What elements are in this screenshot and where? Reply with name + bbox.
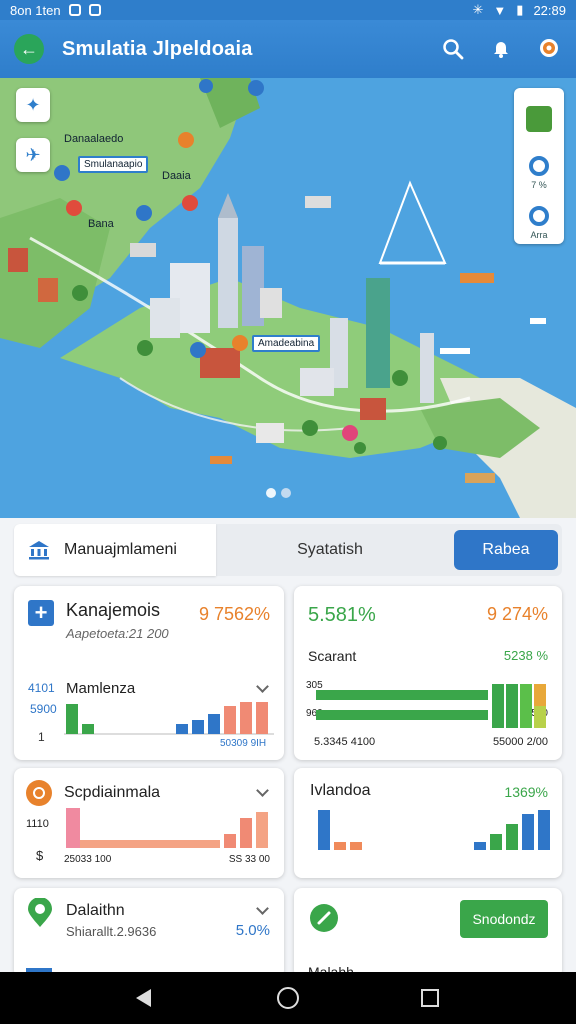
map-place-text: Danaalaedo <box>64 133 124 145</box>
satellite-layer-button[interactable] <box>526 106 552 132</box>
map-layer-button[interactable] <box>529 156 549 176</box>
app-title: Smulatia Jlpeldoaia <box>62 37 253 60</box>
bluetooth-icon: ✳ <box>472 2 484 17</box>
card-subtitle: Shiarallt.2.9636 <box>66 924 157 939</box>
edit-button[interactable] <box>310 904 338 932</box>
tab-label: Syatatish <box>297 541 363 558</box>
map-place-text: Daaia <box>162 170 191 182</box>
search-button[interactable] <box>440 36 466 62</box>
tab-management[interactable]: Manuajmlameni <box>14 524 216 576</box>
chart-footer-label: 5.3345 4100 <box>314 736 376 748</box>
nav-home-button[interactable] <box>277 987 299 1009</box>
section-label: Scarant <box>308 648 357 664</box>
button-label: Snodondz <box>472 911 536 927</box>
section-label: Mamlenza <box>66 680 136 697</box>
section-value: 5238 % <box>503 648 548 663</box>
card-title: Kanajemois <box>66 600 161 620</box>
chart-axis-label: 4101 <box>28 681 55 695</box>
stats-card-secondary[interactable]: 5.581% 9 274% Scarant 5238 % 305 960 500… <box>294 586 562 760</box>
primary-action-button[interactable]: Rabea <box>454 530 558 570</box>
chart-footer-label: 50309 9IH <box>220 738 267 749</box>
chevron-down-icon[interactable] <box>256 680 269 693</box>
arrow-left-icon: ← <box>20 38 38 59</box>
card-title: Scpdiainmala <box>64 784 161 801</box>
status-left-text: 8on 1ten <box>10 2 61 18</box>
card-value: 5.581% <box>308 604 376 626</box>
search-icon <box>443 39 464 60</box>
pager-dot[interactable] <box>281 488 291 498</box>
pin-icon: ✦ <box>25 94 41 115</box>
message-icon <box>88 4 101 16</box>
chevron-down-icon[interactable] <box>256 784 269 797</box>
bank-icon <box>29 541 49 560</box>
map-place-label[interactable]: Amadeabina <box>252 335 321 352</box>
stats-card-trend[interactable]: Ivlandoa 1369% <box>294 768 562 878</box>
status-bar: 8on 1ten ✳ ▼ ▮ 22:89 <box>0 0 576 20</box>
chart-axis-label: 1110 <box>26 818 49 830</box>
tab-statistics[interactable]: Syatatish <box>216 524 444 576</box>
map-place-text: Bana <box>88 218 114 230</box>
card-title: Ivlandoa <box>310 782 371 799</box>
map-layers-button[interactable]: ✦ <box>16 88 50 122</box>
bar-chart <box>66 808 268 848</box>
map-side-panel: 7 % Arra <box>514 88 564 244</box>
nav-back-button[interactable] <box>136 989 151 1007</box>
wifi-icon: ▼ <box>493 2 507 18</box>
chart-footer-label: SS 33 00 <box>228 854 270 865</box>
bell-icon <box>494 42 508 58</box>
battery-icon: ▮ <box>516 2 524 17</box>
plus-icon: + <box>28 600 54 626</box>
map-navigate-button[interactable]: ✈ <box>16 138 50 172</box>
chart-axis-label: 5900 <box>30 702 57 716</box>
card-subtitle: Aapetoeta:21 200 <box>66 626 169 641</box>
stats-card-primary[interactable]: + Kanajemois Aapetoeta:21 200 9 7562% 41… <box>14 586 284 760</box>
card-title: Dalaithn <box>66 902 125 919</box>
app-bar: ← Smulatia Jlpeldoaia <box>0 20 576 78</box>
chart-footer-label: 25033 100 <box>64 854 112 865</box>
system-nav-bar <box>0 972 576 1024</box>
bar-chart <box>318 810 550 850</box>
card-value: 5.0% <box>235 922 270 939</box>
layer-label: 7 % <box>531 180 547 190</box>
location-button[interactable] <box>536 36 562 62</box>
card-value-secondary: 9 274% <box>486 604 548 624</box>
notification-icon <box>68 4 81 16</box>
location-pin-icon <box>540 39 558 57</box>
tab-label: Manuajmlameni <box>64 541 177 558</box>
tab-bar: Manuajmlameni Syatatish Rabea <box>14 524 562 576</box>
stats-card-details[interactable]: Dalaithn Shiarallt.2.9636 5.0% <box>14 888 284 978</box>
nav-recents-button[interactable] <box>421 989 439 1007</box>
map-view[interactable]: ✦ ✈ 7 % Arra Smulanaapio Amadeabina Dana… <box>0 78 576 518</box>
chart-axis-label: 1 <box>38 730 45 744</box>
compass-icon: ✈ <box>25 144 41 165</box>
chart-footer-label: 55000 2/00 <box>492 736 548 748</box>
bar-chart <box>316 684 546 728</box>
clock: 22:89 <box>533 2 566 18</box>
pencil-icon <box>317 911 331 925</box>
record-icon <box>26 780 52 806</box>
stats-card-action[interactable]: Snodondz Malahh <box>294 888 562 980</box>
secondary-action-button[interactable]: Snodondz <box>460 900 548 938</box>
location-pin-icon <box>28 898 52 927</box>
terrain-layer-button[interactable] <box>529 206 549 226</box>
back-button[interactable]: ← <box>14 34 44 64</box>
notifications-button[interactable] <box>488 36 514 62</box>
chevron-down-icon[interactable] <box>256 902 269 915</box>
stats-card-distribution[interactable]: Scpdiainmala 1110 $ 25033 100 SS 33 00 <box>14 768 284 878</box>
layer-label: Arra <box>530 230 548 240</box>
map-place-label[interactable]: Smulanaapio <box>78 156 149 173</box>
bar-chart <box>64 702 274 735</box>
pager-dot-active[interactable] <box>266 488 276 498</box>
chart-axis-label: $ <box>36 848 44 863</box>
card-value: 1369% <box>504 784 548 800</box>
map-pager <box>266 488 291 498</box>
screen: 8on 1ten ✳ ▼ ▮ 22:89 ← Smulatia Jlpeldoa… <box>0 0 576 1024</box>
button-label: Rabea <box>482 541 530 558</box>
card-value: 9 7562% <box>198 604 270 624</box>
